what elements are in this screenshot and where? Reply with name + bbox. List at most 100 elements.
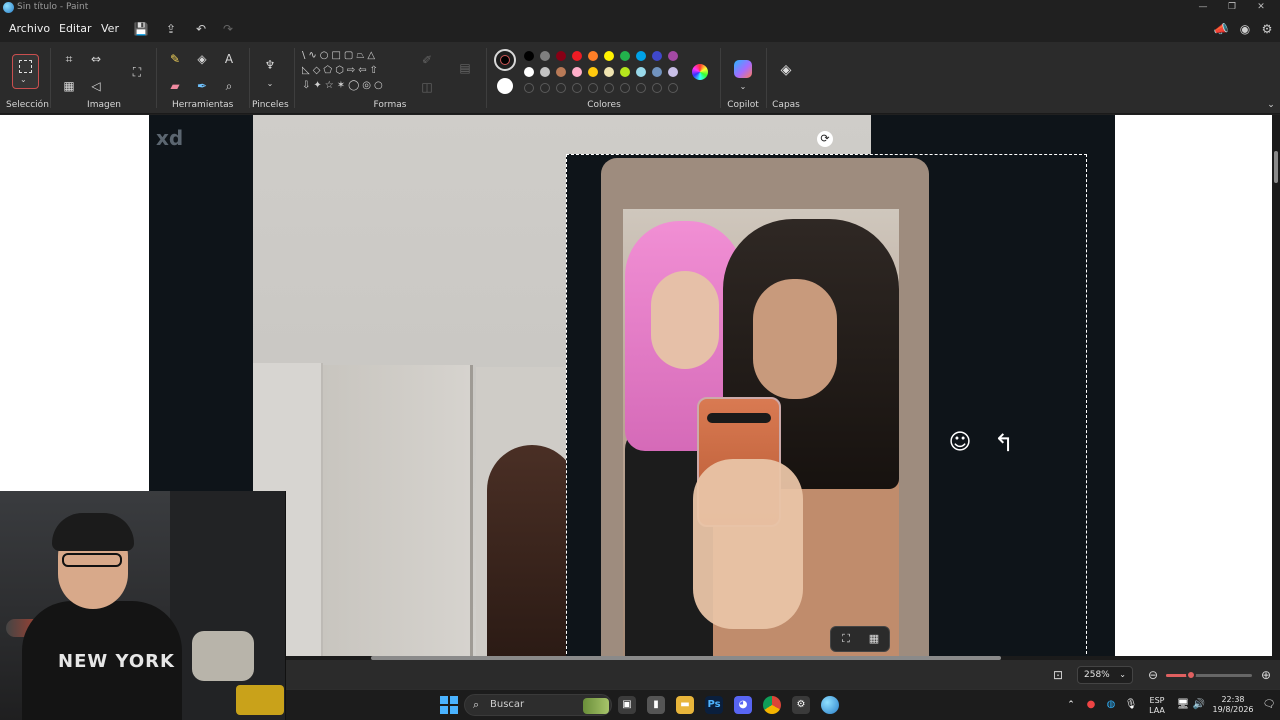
color-swatch[interactable] <box>588 51 598 61</box>
layers-icon[interactable]: ◈ <box>778 62 794 78</box>
color-swatch[interactable] <box>524 67 534 77</box>
fit-to-window-icon[interactable]: ⊡ <box>1049 666 1067 684</box>
color-swatch[interactable] <box>636 51 646 61</box>
custom-color-slot[interactable] <box>620 83 630 93</box>
redo-icon[interactable]: ↷ <box>219 20 237 38</box>
tray-app-icon[interactable]: ◍ <box>1102 696 1120 714</box>
color-swatch[interactable] <box>604 51 614 61</box>
custom-color-slot[interactable] <box>652 83 662 93</box>
chevron-down-icon[interactable]: ⌄ <box>261 75 279 93</box>
image-select-icon[interactable]: ⛶ <box>839 632 853 646</box>
fill-icon[interactable]: ◫ <box>418 78 436 96</box>
zoom-slider-handle[interactable] <box>1186 670 1196 680</box>
color-swatch[interactable] <box>556 51 566 61</box>
notifications-icon[interactable]: 🗨 <box>1260 696 1278 714</box>
custom-color-slot[interactable] <box>556 83 566 93</box>
language-indicator[interactable]: ESP LAA <box>1144 696 1170 716</box>
color-swatch[interactable] <box>652 67 662 77</box>
custom-color-slot[interactable] <box>604 83 614 93</box>
color-1-selector[interactable] <box>494 49 516 71</box>
minimize-icon[interactable]: — <box>1196 1 1210 14</box>
chevron-down-icon[interactable]: ⌄ <box>734 78 752 96</box>
magnifier-icon[interactable]: ⌕ <box>220 77 238 95</box>
restore-icon[interactable]: ❐ <box>1225 1 1239 14</box>
taskbar-search[interactable]: ⌕ Buscar <box>464 694 612 716</box>
paint-canvas[interactable]: xd ⛶ ▦ ⟳ ☺ ↰ <box>149 115 1115 658</box>
image-select-icon[interactable]: ⛶ <box>128 63 146 81</box>
zoom-dropdown[interactable]: 258% ⌄ <box>1077 666 1133 684</box>
tray-app-icon[interactable]: ● <box>1082 696 1100 714</box>
custom-color-slot[interactable] <box>540 83 550 93</box>
account-icon[interactable]: ◉ <box>1236 20 1254 38</box>
share-icon[interactable]: ⇪ <box>162 20 180 38</box>
settings-gear-icon[interactable]: ⚙ <box>1258 20 1276 38</box>
color-swatch[interactable] <box>604 67 614 77</box>
color-swatch[interactable] <box>572 67 582 77</box>
feedback-icon[interactable]: 📣 <box>1212 20 1230 38</box>
custom-color-slot[interactable] <box>524 83 534 93</box>
selection-tool-button[interactable]: ⌄ <box>12 54 39 89</box>
volume-icon[interactable]: 🔊 <box>1190 696 1208 714</box>
brush-icon[interactable]: ♆ <box>261 56 279 74</box>
zoom-in-icon[interactable]: ⊕ <box>1257 666 1275 684</box>
text-tool-icon[interactable]: A <box>220 50 238 68</box>
app-icon[interactable]: ⚙ <box>792 696 810 714</box>
collapse-ribbon-chevron-icon[interactable]: ⌄ <box>1262 96 1280 114</box>
clock[interactable]: 22:38 19/8/2026 <box>1208 695 1258 715</box>
task-view-icon[interactable]: ▣ <box>618 696 636 714</box>
color-2-selector[interactable] <box>497 78 513 94</box>
color-swatch[interactable] <box>588 67 598 77</box>
menu-archivo[interactable]: Archivo <box>9 22 50 35</box>
edit-colors-wheel-icon[interactable] <box>692 64 708 80</box>
color-swatch[interactable] <box>652 51 662 61</box>
color-swatch[interactable] <box>668 51 678 61</box>
color-swatch[interactable] <box>540 51 550 61</box>
rotate-icon[interactable]: ◁ <box>87 77 105 95</box>
fill-bucket-icon[interactable]: ◈ <box>193 50 211 68</box>
search-highlight-icon <box>583 698 609 714</box>
eraser-icon[interactable]: ▰ <box>166 77 184 95</box>
custom-color-slot[interactable] <box>572 83 582 93</box>
color-swatch[interactable] <box>620 51 630 61</box>
color-swatch[interactable] <box>556 67 566 77</box>
vertical-scroll-thumb[interactable] <box>1274 151 1278 183</box>
remove-background-icon[interactable]: ▦ <box>867 632 881 646</box>
outline-icon[interactable]: ✐ <box>418 51 436 69</box>
color-swatch[interactable] <box>668 67 678 77</box>
remove-background-icon[interactable]: ▦ <box>60 77 78 95</box>
vertical-scrollbar[interactable] <box>1272 115 1280 658</box>
chrome-icon[interactable] <box>763 696 781 714</box>
active-selection[interactable]: ⛶ ▦ <box>566 154 1087 658</box>
undo-icon[interactable]: ↶ <box>192 20 210 38</box>
color-swatch[interactable] <box>620 67 630 77</box>
color-swatch[interactable] <box>524 51 534 61</box>
file-explorer-icon[interactable]: ▬ <box>676 696 694 714</box>
zoom-out-icon[interactable]: ⊖ <box>1144 666 1162 684</box>
shape-style-icon[interactable]: ▤ <box>456 59 474 77</box>
menu-editar[interactable]: Editar <box>59 22 92 35</box>
close-icon[interactable]: ✕ <box>1254 1 1268 14</box>
color-swatch[interactable] <box>572 51 582 61</box>
group-label-shapes: Formas <box>373 100 407 110</box>
menu-ver[interactable]: Ver <box>101 22 119 35</box>
tray-overflow-chevron-icon[interactable]: ⌃ <box>1062 696 1080 714</box>
photoshop-icon[interactable]: Ps <box>705 696 723 714</box>
custom-color-slot[interactable] <box>668 83 678 93</box>
custom-color-slot[interactable] <box>636 83 646 93</box>
pencil-icon[interactable]: ✎ <box>166 50 184 68</box>
rotate-handle-icon[interactable]: ⟳ <box>817 131 833 147</box>
app-icon[interactable]: ▮ <box>647 696 665 714</box>
color-picker-icon[interactable]: ✒ <box>193 77 211 95</box>
shapes-gallery[interactable]: \∿○□▢⏢△ ◺◇⬠⬡⇨⇦⇧ ⇩✦☆✶◯◎○ <box>302 48 406 96</box>
start-windows-icon[interactable] <box>440 696 458 714</box>
crop-icon[interactable]: ⌗ <box>60 50 78 68</box>
resize-icon[interactable]: ⇔ <box>87 50 105 68</box>
microphone-icon[interactable]: 🎙 <box>1122 696 1140 714</box>
color-swatch[interactable] <box>636 67 646 77</box>
color-swatch[interactable] <box>540 67 550 77</box>
save-icon[interactable]: 💾 <box>132 20 150 38</box>
paint-taskbar-icon[interactable] <box>821 696 839 714</box>
copilot-icon[interactable] <box>734 60 752 78</box>
discord-icon[interactable]: ◕ <box>734 696 752 714</box>
custom-color-slot[interactable] <box>588 83 598 93</box>
